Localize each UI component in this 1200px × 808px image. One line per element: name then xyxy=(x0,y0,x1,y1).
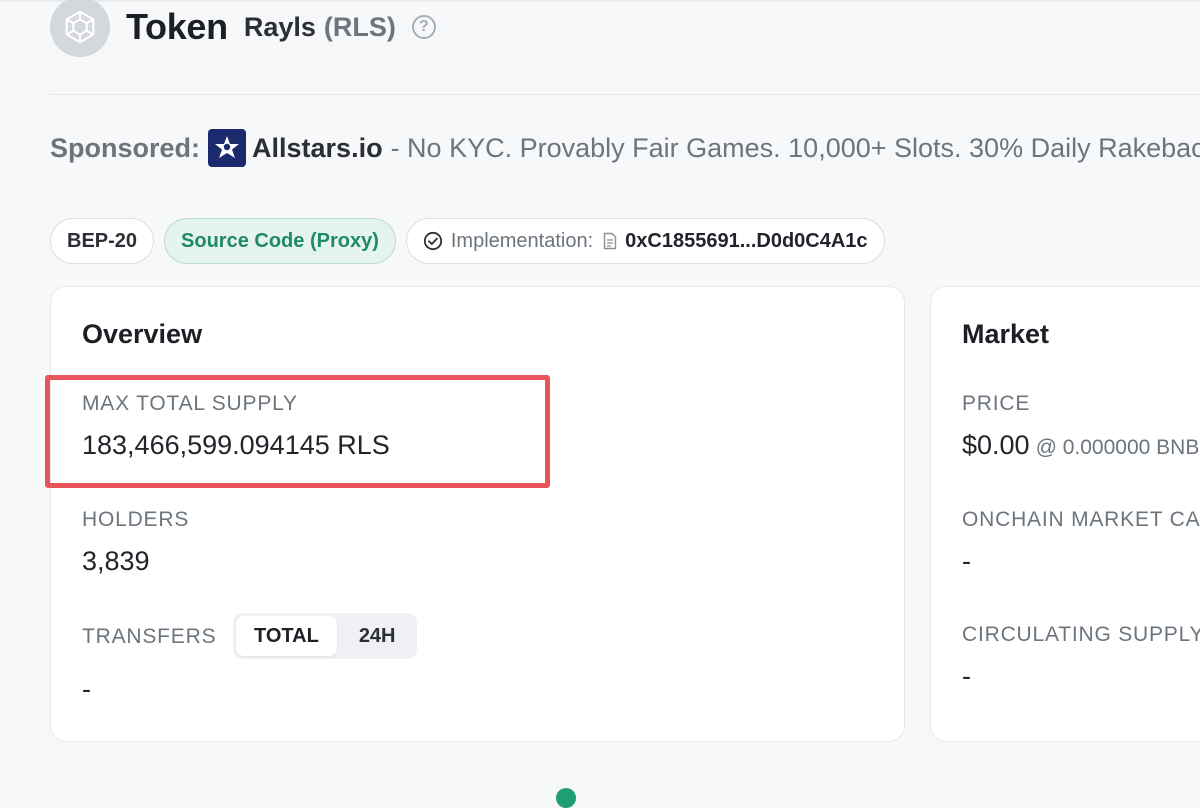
implementation-badge[interactable]: Implementation: 0xC1855691...D0d0C4A1c xyxy=(405,218,885,264)
token-name: Rayls xyxy=(243,11,316,42)
transfers-label: TRANSFERS xyxy=(82,625,217,648)
implementation-label: Implementation: xyxy=(450,229,594,252)
market-cap-label: ONCHAIN MARKET CAP xyxy=(962,508,1200,531)
contract-doc-icon xyxy=(603,232,617,250)
price-value-row: $0.00 @ 0.000000 BNB xyxy=(962,430,1199,461)
max-total-supply-label: MAX TOTAL SUPPLY xyxy=(82,392,298,415)
market-cap-value: - xyxy=(962,546,971,576)
market-title: Market xyxy=(962,319,1050,349)
tab-total[interactable]: TOTAL xyxy=(236,616,337,656)
transfers-toggle: TOTAL 24H xyxy=(233,613,417,659)
sponsored-label: Sponsored: xyxy=(50,132,201,163)
transfers-value: - xyxy=(82,674,91,704)
header-divider xyxy=(50,94,1200,95)
tab-24h[interactable]: 24H xyxy=(341,616,414,656)
source-code-badge[interactable]: Source Code (Proxy) xyxy=(164,218,396,264)
allstars-logo-icon[interactable] xyxy=(208,129,247,167)
price-label: PRICE xyxy=(962,392,1031,415)
token-symbol: (RLS) xyxy=(323,11,396,42)
holders-label: HOLDERS xyxy=(82,508,190,531)
overview-title: Overview xyxy=(82,319,203,349)
help-icon[interactable]: ? xyxy=(411,15,436,39)
page-title: Token xyxy=(126,6,228,47)
holders-value[interactable]: 3,839 xyxy=(82,546,150,577)
max-total-supply-value: 183,466,599.094145 RLS xyxy=(82,430,390,460)
price-in-bnb: @ 0.000000 BNB xyxy=(1035,436,1200,459)
overview-card: Overview MAX TOTAL SUPPLY 183,466,599.09… xyxy=(45,286,905,742)
market-card: Market PRICE $0.00 @ 0.000000 BNB ONCHAIN… xyxy=(930,286,1200,742)
sponsored-banner: Sponsored: Allstars.io - No KYC. Provabl… xyxy=(50,128,1200,168)
implementation-address-link[interactable]: 0xC1855691...D0d0C4A1c xyxy=(625,230,867,253)
check-circle-icon xyxy=(423,231,442,251)
price-value: $0.00 xyxy=(962,430,1030,460)
scroll-indicator-dot xyxy=(556,788,576,808)
bnb-logo-icon xyxy=(50,0,110,57)
sponsored-text[interactable]: - No KYC. Provably Fair Games. 10,000+ S… xyxy=(391,133,1200,164)
token-tags: BEP-20 Source Code (Proxy) Implementatio… xyxy=(50,218,885,264)
page-header: Token Rayls (RLS) ? xyxy=(50,0,436,59)
circulating-supply-label: CIRCULATING SUPPLY xyxy=(962,623,1200,646)
circulating-supply-value: - xyxy=(962,661,971,691)
sponsored-link[interactable]: Allstars.io xyxy=(252,133,383,164)
bep20-badge[interactable]: BEP-20 xyxy=(50,218,155,264)
